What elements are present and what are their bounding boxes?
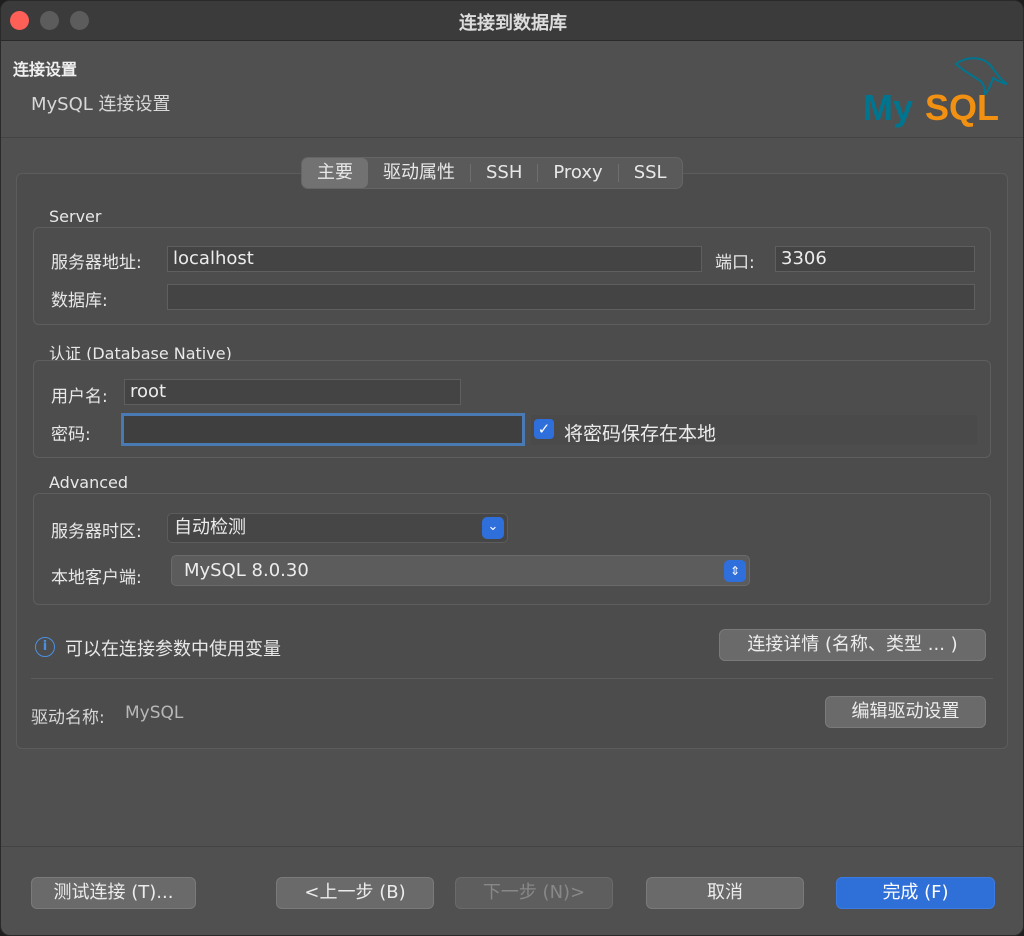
header-subtitle: MySQL 连接设置	[31, 94, 171, 115]
info-icon: i	[35, 637, 55, 657]
tab-proxy[interactable]: Proxy	[538, 158, 617, 188]
edit-driver-settings-button[interactable]: 编辑驱动设置	[825, 696, 986, 728]
username-label: 用户名:	[51, 387, 108, 407]
client-value: MySQL 8.0.30	[184, 560, 309, 581]
password-input[interactable]	[121, 413, 525, 446]
cancel-button[interactable]: 取消	[646, 877, 804, 909]
title-bar: 连接到数据库	[1, 1, 1023, 41]
tab-ssh[interactable]: SSH	[471, 158, 537, 188]
dialog-header: 连接设置 MySQL 连接设置 My SQL	[1, 42, 1023, 138]
test-connection-button[interactable]: 测试连接 (T)...	[31, 877, 196, 909]
info-text: 可以在连接参数中使用变量	[65, 639, 281, 660]
save-password-checkbox[interactable]: ✓	[534, 419, 554, 439]
tab-ssl[interactable]: SSL	[619, 158, 682, 188]
username-input[interactable]: root	[124, 379, 461, 405]
save-password-label: 将密码保存在本地	[564, 423, 717, 445]
next-button[interactable]: 下一步 (N)>	[455, 877, 613, 909]
window-title: 连接到数据库	[459, 13, 567, 34]
client-label: 本地客户端:	[51, 568, 142, 588]
driver-name-label: 驱动名称:	[31, 708, 105, 728]
client-select[interactable]: MySQL 8.0.30 ⇕	[171, 555, 750, 586]
port-input[interactable]: 3306	[775, 246, 975, 272]
advanced-group	[33, 493, 991, 605]
port-label: 端口:	[715, 253, 755, 273]
timezone-value: 自动检测	[174, 517, 246, 538]
database-input[interactable]	[167, 284, 975, 310]
database-label: 数据库:	[51, 291, 108, 311]
header-title: 连接设置	[13, 60, 78, 79]
tab-main[interactable]: 主要	[302, 158, 368, 188]
mysql-logo: My SQL	[863, 57, 1008, 128]
server-group	[33, 227, 991, 325]
footer-divider	[1, 846, 1023, 847]
chevron-down-icon: ⌄	[482, 517, 504, 539]
back-button[interactable]: <上一步 (B)	[276, 877, 434, 909]
mysql-logo-text-sql: SQL	[925, 87, 999, 128]
driver-name-value: MySQL	[125, 703, 184, 723]
divider	[31, 678, 993, 679]
dialog-window: 连接到数据库 连接设置 MySQL 连接设置 My SQL 主要 驱动属性 SS…	[0, 0, 1024, 936]
connection-details-button[interactable]: 连接详情 (名称、类型 ... )	[719, 629, 986, 661]
server-section-label: Server	[49, 207, 102, 226]
timezone-label: 服务器时区:	[51, 522, 142, 542]
tab-driver-properties[interactable]: 驱动属性	[368, 158, 470, 188]
host-label: 服务器地址:	[51, 253, 142, 273]
chevron-updown-icon: ⇕	[724, 560, 746, 582]
tab-bar: 主要 驱动属性 SSH Proxy SSL	[301, 157, 683, 189]
password-label: 密码:	[51, 425, 91, 445]
mysql-logo-text-my: My	[863, 87, 913, 128]
timezone-select[interactable]: 自动检测 ⌄	[167, 513, 508, 543]
finish-button[interactable]: 完成 (F)	[836, 877, 995, 909]
advanced-section-label: Advanced	[49, 473, 129, 492]
host-input[interactable]: localhost	[167, 246, 702, 272]
